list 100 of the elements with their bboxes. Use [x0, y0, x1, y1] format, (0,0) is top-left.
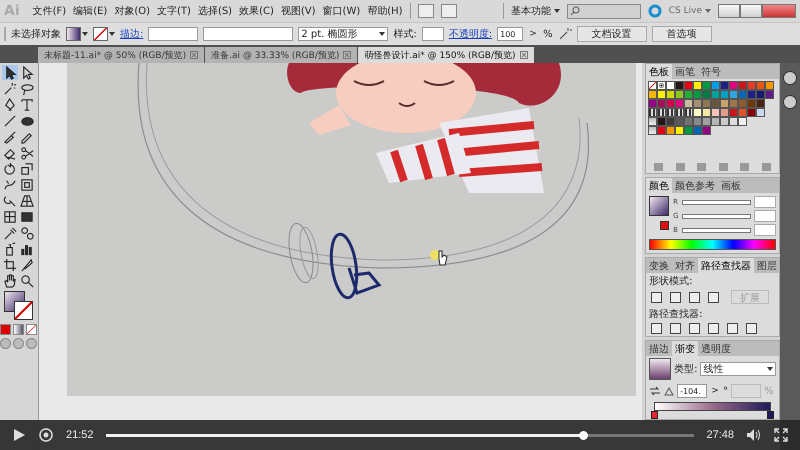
color-swatch[interactable] [693, 117, 702, 126]
toolbar-button[interactable]: 首选项 [652, 26, 712, 42]
color-mode-button[interactable] [0, 324, 12, 335]
color-swatch[interactable] [747, 99, 756, 108]
channel-track[interactable] [682, 214, 752, 218]
gradient-stop[interactable] [651, 411, 658, 419]
color-swatch[interactable] [648, 126, 658, 135]
color-swatch[interactable] [684, 90, 694, 99]
pathfinder-icon[interactable] [651, 323, 662, 334]
color-swatch[interactable] [657, 81, 666, 90]
color-swatch[interactable] [765, 90, 774, 99]
maximize-button[interactable] [740, 4, 762, 18]
color-swatch[interactable] [648, 99, 658, 108]
panel-tab[interactable]: 画笔 [672, 64, 698, 79]
panel-tab[interactable]: 描边 [646, 341, 672, 356]
panel-tab[interactable]: 渐变 [672, 341, 698, 356]
magnifier-icon[interactable] [19, 273, 36, 288]
color-swatch[interactable] [684, 108, 694, 117]
pathfinder-icon[interactable] [727, 323, 738, 334]
reverse-gradient-icon[interactable] [649, 385, 662, 397]
cs-live-menu[interactable]: CS Live [668, 6, 711, 16]
angle-arrow-button[interactable]: > [710, 386, 720, 396]
panel-tab[interactable]: 颜色参考 [672, 178, 718, 193]
menu-item[interactable]: 编辑(E) [73, 4, 108, 18]
gradient-bar[interactable] [654, 402, 772, 411]
color-swatch[interactable] [711, 108, 720, 117]
location-field[interactable] [731, 384, 762, 398]
color-swatch[interactable] [702, 108, 712, 117]
mesh-icon[interactable] [2, 209, 18, 224]
color-swatch[interactable] [711, 90, 720, 99]
color-swatch[interactable] [729, 90, 738, 99]
opacity-arrow-button[interactable]: > [528, 29, 538, 39]
channel-field[interactable] [754, 224, 776, 236]
close-icon[interactable] [520, 51, 528, 59]
angle-field[interactable]: -104. [677, 384, 708, 398]
color-swatch[interactable] [720, 117, 730, 126]
brush-dropdown[interactable]: 2 pt. 椭圆形 [298, 27, 388, 41]
stroke-link[interactable]: 描边: [120, 27, 144, 41]
color-spectrum[interactable] [649, 239, 776, 250]
color-swatch[interactable] [675, 99, 684, 108]
channel-field[interactable] [754, 196, 776, 208]
color-swatch[interactable] [702, 99, 712, 108]
color-swatch[interactable] [675, 108, 684, 117]
color-swatch[interactable] [666, 81, 676, 90]
document-tab[interactable]: 准备.ai @ 33.33% (RGB/预览) [205, 47, 358, 63]
color-swatch[interactable] [702, 126, 712, 135]
hand-icon[interactable] [2, 273, 18, 288]
recolor-icon[interactable] [558, 27, 572, 41]
channel-track[interactable] [682, 228, 752, 232]
menu-item[interactable]: 选择(S) [198, 4, 232, 18]
scissors-icon[interactable] [19, 145, 36, 160]
color-swatch[interactable] [702, 81, 712, 90]
color-swatch[interactable] [648, 90, 658, 99]
channel-track[interactable] [682, 200, 752, 204]
gradient-stop[interactable] [767, 411, 774, 419]
panel-tab[interactable]: 颜色 [646, 178, 672, 193]
color-swatch[interactable] [729, 81, 738, 90]
stroke-color-dropdown[interactable] [93, 27, 115, 41]
opacity-link[interactable]: 不透明度: [448, 27, 492, 41]
panel-tab[interactable]: 透明度 [698, 341, 734, 356]
shape-mode-icon[interactable] [708, 292, 720, 302]
replay-icon[interactable] [38, 427, 54, 443]
color-swatch[interactable] [738, 99, 748, 108]
search-field[interactable] [566, 4, 641, 18]
color-swatch[interactable] [738, 81, 748, 90]
pathfinder-icon[interactable] [689, 323, 700, 334]
panel-tab[interactable]: 画板 [718, 178, 744, 193]
color-swatch[interactable] [720, 81, 730, 90]
color-swatch[interactable] [675, 81, 684, 90]
shape-mode-icon[interactable] [651, 292, 662, 302]
color-swatch[interactable] [684, 117, 694, 126]
brush-icon[interactable] [2, 129, 18, 144]
panel-tab[interactable]: 符号 [698, 64, 724, 79]
color-swatch[interactable] [675, 90, 684, 99]
color-swatch[interactable] [666, 117, 676, 126]
color-swatch[interactable] [702, 90, 712, 99]
progress-bar[interactable] [106, 434, 694, 436]
out-of-gamut-icon[interactable] [660, 221, 670, 230]
menu-item[interactable]: 对象(O) [114, 4, 150, 18]
color-swatch[interactable] [693, 108, 702, 117]
color-swatch[interactable] [648, 81, 658, 90]
color-swatch[interactable] [657, 108, 666, 117]
panel-tab[interactable]: 图层 [754, 258, 780, 273]
color-swatch[interactable] [684, 81, 694, 90]
stroke-weight-field[interactable] [148, 27, 198, 41]
menu-item[interactable]: 帮助(H) [367, 4, 403, 18]
color-swatch[interactable] [648, 117, 658, 126]
type-dropdown[interactable]: 线性 [700, 362, 776, 376]
color-swatch[interactable] [729, 108, 738, 117]
color-swatch[interactable] [747, 81, 756, 90]
fill-swatch[interactable] [649, 196, 670, 216]
pathfinder-icon[interactable] [708, 323, 720, 334]
color-swatch[interactable] [693, 126, 702, 135]
graphic-styles-icon[interactable] [783, 95, 798, 109]
none-mode-button[interactable] [26, 324, 38, 335]
color-swatch[interactable] [666, 90, 676, 99]
color-swatch[interactable] [684, 126, 694, 135]
transform-icon[interactable] [19, 177, 36, 192]
play-icon[interactable] [12, 428, 26, 442]
color-swatch[interactable] [711, 117, 720, 126]
